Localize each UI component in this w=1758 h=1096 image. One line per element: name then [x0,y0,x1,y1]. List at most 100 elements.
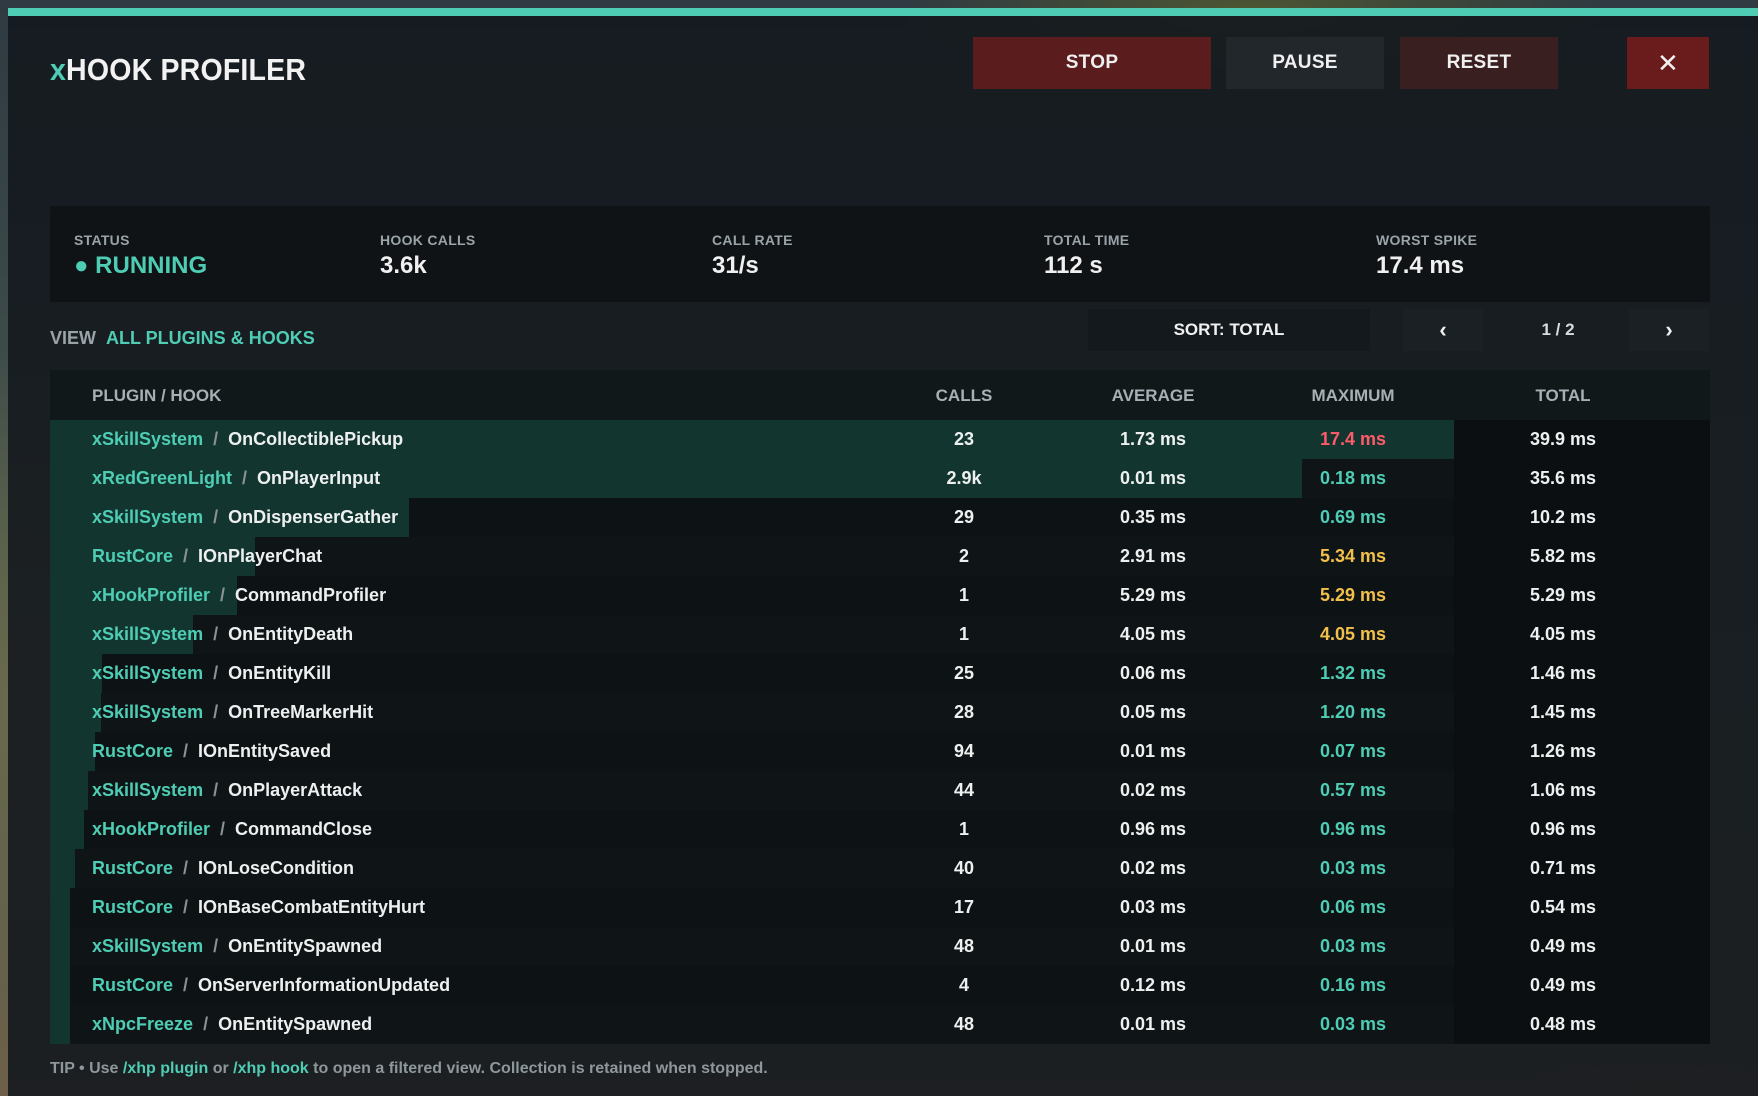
row-hook: OnPlayerInput [257,468,381,488]
view-label: VIEW [50,327,97,348]
stat-value: 31/s [712,252,759,279]
row-total: 5.29 ms [1529,585,1597,605]
row-separator: / [242,468,248,488]
row-average: 0.35 ms [1119,507,1187,527]
hook-table: PLUGIN / HOOK CALLS AVERAGE MAXIMUM TOTA… [50,370,1710,1044]
row-maximum: 0.06 ms [1319,897,1387,917]
table-row[interactable]: xSkillSystem / OnPlayerAttack 44 0.02 ms 0.57… [50,771,1710,810]
table-row[interactable]: xNpcFreeze / OnEntitySpawned 48 0.01 ms 0.03 … [50,1005,1710,1044]
row-maximum: 5.34 ms [1319,546,1387,566]
row-total: 1.45 ms [1529,702,1597,722]
total-share-bar [50,732,95,771]
row-plugin-hook: xNpcFreeze / OnEntitySpawned [92,1014,372,1035]
row-total: 10.2 ms [1529,507,1597,527]
header-name[interactable]: PLUGIN / HOOK [92,386,221,406]
total-share-bar [50,849,75,888]
stats-bar: STATUS ● RUNNING HOOK CALLS 3.6k CALL RA… [50,206,1710,302]
row-plugin: RustCore [92,975,174,995]
row-total: 0.54 ms [1529,897,1597,917]
row-plugin-hook: xSkillSystem / OnEntitySpawned [92,936,382,957]
stat-label: CALL RATE [712,232,793,248]
table-body: xSkillSystem / OnCollectiblePickup 23 1.73 m… [50,420,1710,1044]
header-average[interactable]: AVERAGE [1093,386,1213,406]
table-row[interactable]: xRedGreenLight / OnPlayerInput 2.9k 0.01 ms 0… [50,459,1710,498]
row-separator: / [213,936,219,956]
row-total: 0.49 ms [1529,936,1597,956]
row-plugin-hook: RustCore / IOnBaseCombatEntityHurt [92,897,425,918]
table-header: PLUGIN / HOOK CALLS AVERAGE MAXIMUM TOTA… [50,370,1710,420]
tip-command-plugin: /xhp plugin [122,1060,209,1077]
row-plugin: xRedGreenLight [92,468,233,488]
row-maximum: 0.69 ms [1319,507,1387,527]
tip-suffix: to open a filtered view. Collection is r… [313,1060,768,1077]
tip-mid: or [212,1060,229,1077]
row-separator: / [220,585,226,605]
status-badge: ● RUNNING [74,252,208,279]
row-maximum: 0.07 ms [1319,741,1387,761]
table-row[interactable]: xSkillSystem / OnCollectiblePickup 23 1.73 m… [50,420,1710,459]
row-hook: CommandClose [235,819,373,839]
row-average: 0.01 ms [1119,1014,1187,1034]
row-average: 0.06 ms [1119,663,1187,683]
header-calls[interactable]: CALLS [904,386,1024,406]
table-row[interactable]: RustCore / OnServerInformationUpdated 4 0.12… [50,966,1710,1005]
header-maximum[interactable]: MAXIMUM [1293,386,1413,406]
row-plugin: xSkillSystem [92,936,204,956]
row-average: 1.73 ms [1119,429,1187,449]
row-separator: / [203,1014,209,1034]
row-maximum: 0.57 ms [1319,780,1387,800]
row-hook: IOnEntitySaved [198,741,332,761]
next-page-icon[interactable]: › [1629,309,1709,351]
table-row[interactable]: RustCore / IOnLoseCondition 40 0.02 ms 0.03 m… [50,849,1710,888]
row-plugin-hook: RustCore / OnServerInformationUpdated [92,975,450,996]
row-calls: 29 [953,507,975,527]
header-total[interactable]: TOTAL [1503,386,1623,406]
sort-button[interactable]: SORT: TOTAL [1088,309,1370,351]
table-row[interactable]: RustCore / IOnBaseCombatEntityHurt 17 0.03 m… [50,888,1710,927]
row-separator: / [213,780,219,800]
table-row[interactable]: xSkillSystem / OnEntitySpawned 48 0.01 ms 0.0… [50,927,1710,966]
row-maximum: 0.96 ms [1319,819,1387,839]
table-row[interactable]: RustCore / IOnEntitySaved 94 0.01 ms 0.07 ms 1… [50,732,1710,771]
stat-label: TOTAL TIME [1044,232,1130,248]
table-row[interactable]: xSkillSystem / OnDispenserGather 29 0.35 ms 0… [50,498,1710,537]
row-separator: / [213,429,219,449]
table-row[interactable]: xSkillSystem / OnEntityDeath 1 4.05 ms 4.05 m… [50,615,1710,654]
table-row[interactable]: RustCore / IOnPlayerChat 2 2.91 ms 5.34 ms 5.8… [50,537,1710,576]
stat-label: WORST SPIKE [1376,232,1478,248]
pause-button[interactable]: PAUSE [1226,37,1384,89]
close-icon[interactable]: ✕ [1627,37,1709,89]
row-separator: / [183,546,189,566]
row-hook: IOnLoseCondition [198,858,355,878]
page-indicator: 1 / 2 [1541,320,1575,339]
stat-call-rate: CALL RATE 31/s [712,232,793,280]
reset-button[interactable]: RESET [1400,37,1558,89]
table-row[interactable]: xSkillSystem / OnTreeMarkerHit 28 0.05 ms 1.2… [50,693,1710,732]
row-calls: 4 [958,975,969,995]
prev-page-icon[interactable]: ‹ [1403,309,1483,351]
stop-button[interactable]: STOP [973,37,1211,89]
row-total: 0.71 ms [1529,858,1597,878]
row-calls: 25 [953,663,975,683]
row-hook: OnDispenserGather [228,507,399,527]
row-separator: / [213,624,219,644]
row-maximum: 0.03 ms [1319,936,1387,956]
row-plugin-hook: xSkillSystem / OnDispenserGather [92,507,398,528]
table-row[interactable]: xHookProfiler / CommandProfiler 1 5.29 ms 5.2… [50,576,1710,615]
row-average: 0.03 ms [1119,897,1187,917]
row-separator: / [213,663,219,683]
row-average: 0.12 ms [1119,975,1187,995]
table-row[interactable]: xSkillSystem / OnEntityKill 25 0.06 ms 1.32 m… [50,654,1710,693]
row-total: 0.49 ms [1529,975,1597,995]
row-maximum: 5.29 ms [1319,585,1387,605]
row-calls: 1 [958,624,969,644]
view-value[interactable]: ALL PLUGINS & HOOKS [106,328,315,349]
table-row[interactable]: xHookProfiler / CommandClose 1 0.96 ms 0.96 m… [50,810,1710,849]
row-total: 35.6 ms [1529,468,1597,488]
row-plugin: xNpcFreeze [92,1014,194,1034]
row-calls: 1 [958,585,969,605]
row-hook: IOnPlayerChat [198,546,323,566]
row-total: 1.46 ms [1529,663,1597,683]
row-plugin: RustCore [92,741,174,761]
row-plugin-hook: RustCore / IOnLoseCondition [92,858,354,879]
